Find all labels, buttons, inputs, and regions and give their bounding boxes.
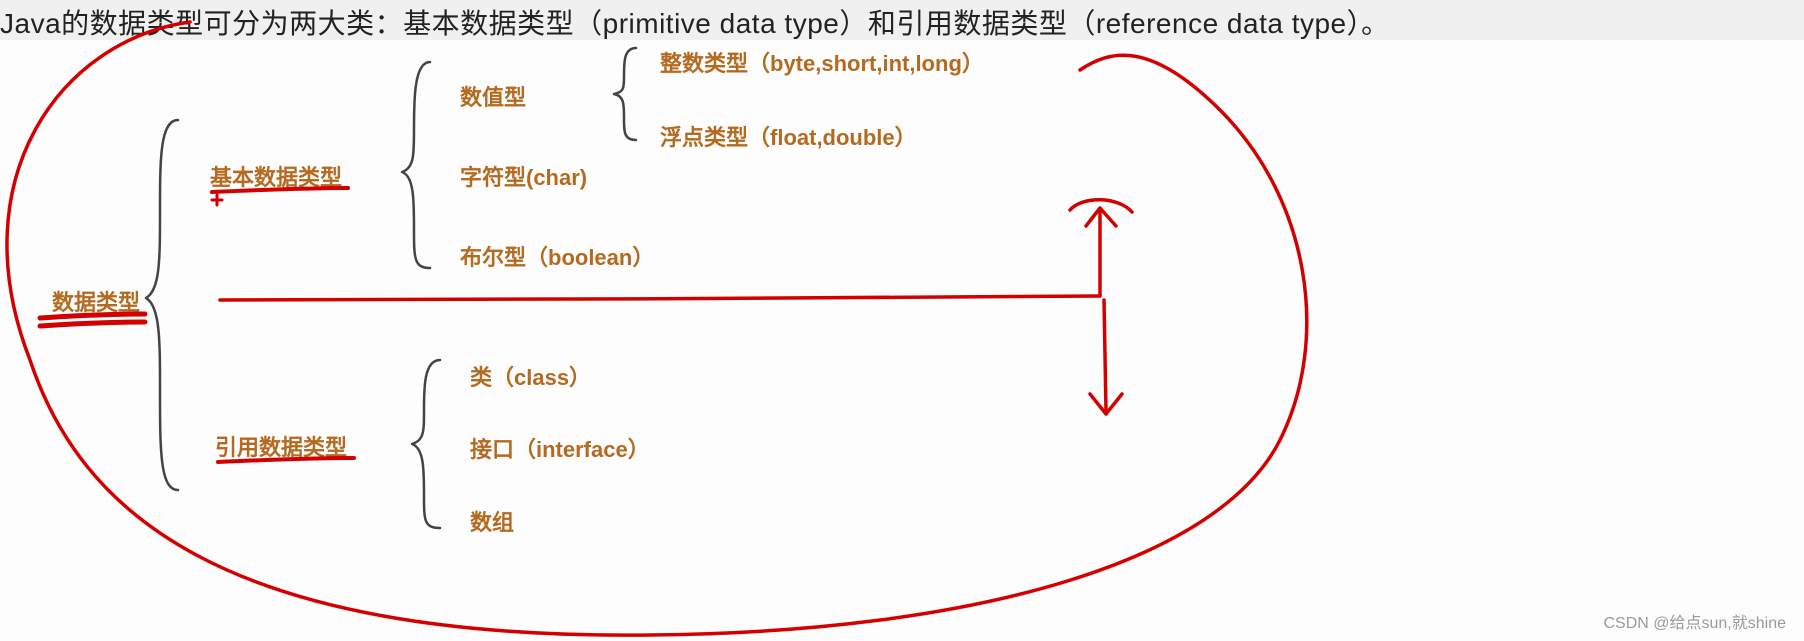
node-char: 字符型(char) <box>460 160 587 192</box>
annotation-layer <box>0 0 1804 641</box>
node-array: 数组 <box>470 505 514 537</box>
watermark: CSDN @给点sun,就shine <box>1603 609 1786 633</box>
braces-layer <box>0 0 1804 641</box>
diagram-stage: Java的数据类型可分为两大类：基本数据类型（primitive data ty… <box>0 0 1804 641</box>
node-boolean: 布尔型（boolean） <box>460 240 654 272</box>
node-root: 数据类型 <box>52 285 140 317</box>
node-float: 浮点类型（float,double） <box>660 120 917 152</box>
node-integer: 整数类型（byte,short,int,long） <box>660 46 984 78</box>
node-reference: 引用数据类型 <box>215 430 347 462</box>
header-text: Java的数据类型可分为两大类：基本数据类型（primitive data ty… <box>0 2 1390 42</box>
node-class: 类（class） <box>470 360 591 392</box>
node-primitive: 基本数据类型 <box>210 160 342 192</box>
node-numeric: 数值型 <box>460 80 526 112</box>
node-interface: 接口（interface） <box>470 432 650 464</box>
